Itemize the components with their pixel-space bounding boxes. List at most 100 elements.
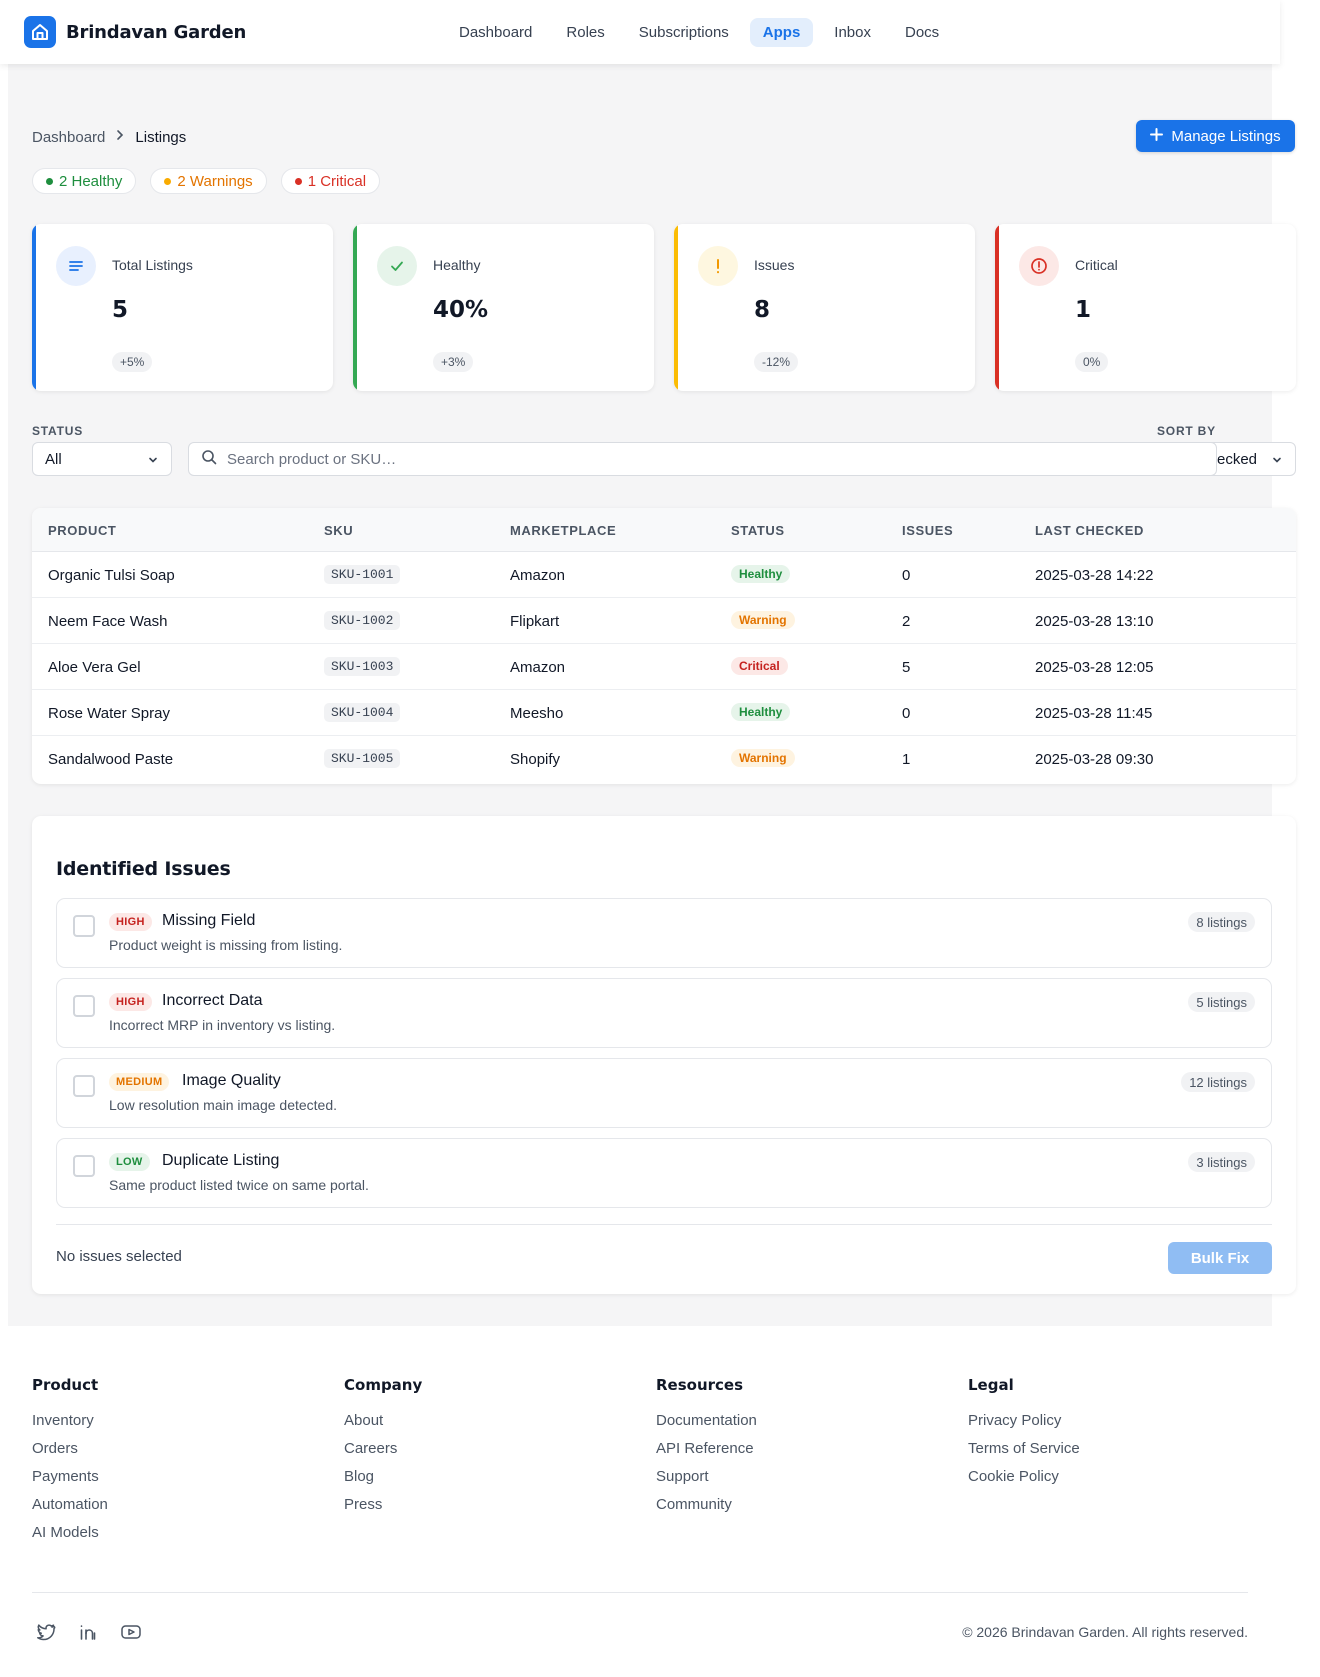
cell-marketplace: Flipkart [510,613,560,630]
sort-by-label: SORT BY [1157,424,1216,438]
issue-checkbox[interactable] [73,1155,95,1177]
footer-heading: Company [344,1376,423,1394]
pill-healthy[interactable]: 2 Healthy [32,168,137,194]
nav-item-apps[interactable]: Apps [749,18,814,47]
stat-value: 40% [433,297,489,323]
status-badge: Critical [731,657,788,675]
column-header-sku[interactable]: SKU [324,523,353,538]
footer-link[interactable]: Payments [32,1468,108,1486]
issue-description: Low resolution main image detected. [109,1097,338,1113]
table-row[interactable]: Organic Tulsi Soap SKU-1001 Amazon Healt… [32,552,1296,598]
cell-product: Aloe Vera Gel [48,659,141,676]
footer-column-resources: Resources Documentation API Reference Su… [656,1376,757,1524]
footer-link[interactable]: AI Models [32,1524,108,1542]
stat-change-badge: -12% [754,352,799,372]
cell-product: Rose Water Spray [48,705,170,722]
exclamation-icon [698,246,738,286]
stat-change-badge: +5% [112,352,153,372]
cell-sku: SKU-1002 [324,611,401,630]
cell-sku: SKU-1005 [324,749,401,768]
footer-link[interactable]: Privacy Policy [968,1412,1080,1430]
search-input[interactable] [227,450,1127,468]
column-header-issues[interactable]: ISSUES [902,523,953,538]
pill-warnings-label: 2 Warnings [177,172,253,190]
column-header-status[interactable]: STATUS [731,523,785,538]
copyright-text: © 2026 Brindavan Garden. All rights rese… [962,1624,1248,1640]
brand[interactable]: Brindavan Garden [24,16,246,48]
column-header-last-checked[interactable]: LAST CHECKED [1035,523,1144,538]
footer-link[interactable]: About [344,1412,422,1430]
home-icon [24,16,56,48]
issue-item[interactable]: HIGH Missing Field Product weight is mis… [56,898,1272,968]
identified-issues-panel: Identified Issues HIGH Missing Field Pro… [32,816,1296,1294]
table-row[interactable]: Aloe Vera Gel SKU-1003 Amazon Critical 5… [32,644,1296,690]
status-badge: Warning [731,749,795,767]
stat-value: 8 [754,297,771,323]
footer-link[interactable]: Orders [32,1440,108,1458]
youtube-icon[interactable] [120,1622,142,1644]
plus-icon [1150,127,1164,145]
search-icon [201,449,217,470]
cell-last-checked: 2025-03-28 11:45 [1035,705,1153,722]
dot-icon [294,177,302,185]
breadcrumb-link-dashboard[interactable]: Dashboard [32,129,105,146]
footer-link[interactable]: Press [344,1496,422,1514]
status-badge: Warning [731,611,795,629]
manage-listings-button[interactable]: Manage Listings [1136,120,1295,152]
chevron-down-icon [147,453,159,470]
status-filter-select[interactable]: All [32,442,172,476]
cell-marketplace: Amazon [510,659,566,676]
pill-critical[interactable]: 1 Critical [280,168,381,194]
cell-issues: 0 [902,567,911,584]
issue-count-badge: 5 listings [1188,992,1255,1012]
cell-last-checked: 2025-03-28 12:05 [1035,659,1154,676]
table-row[interactable]: Neem Face Wash SKU-1002 Flipkart Warning… [32,598,1296,644]
footer-link[interactable]: API Reference [656,1440,757,1458]
pill-warnings[interactable]: 2 Warnings [150,168,267,194]
footer-link[interactable]: Terms of Service [968,1440,1080,1458]
footer-link[interactable]: Documentation [656,1412,757,1430]
footer-link[interactable]: Inventory [32,1412,108,1430]
stat-card-total-listings: Total Listings 5 +5% [32,224,333,391]
chevron-right-icon [113,128,127,146]
footer-heading: Resources [656,1376,744,1394]
table-row[interactable]: Rose Water Spray SKU-1004 Meesho Healthy… [32,690,1296,736]
stat-card-healthy: Healthy 40% +3% [353,224,654,391]
bulk-fix-button[interactable]: Bulk Fix [1168,1242,1272,1274]
linkedin-icon[interactable] [78,1622,100,1644]
nav-item-subscriptions[interactable]: Subscriptions [626,18,742,47]
issue-item[interactable]: HIGH Incorrect Data Incorrect MRP in inv… [56,978,1272,1048]
nav-item-inbox[interactable]: Inbox [821,18,884,47]
stat-value: 5 [112,297,129,323]
nav-item-roles[interactable]: Roles [553,18,617,47]
top-navbar: Brindavan Garden Dashboard Roles Subscri… [0,0,1280,64]
cell-marketplace: Shopify [510,751,561,768]
issue-count-badge: 12 listings [1181,1072,1255,1092]
stat-value: 1 [1075,297,1092,323]
footer-link[interactable]: Community [656,1496,757,1514]
column-header-product[interactable]: PRODUCT [48,523,116,538]
issue-checkbox[interactable] [73,1075,95,1097]
issue-checkbox[interactable] [73,995,95,1017]
selection-status-text: No issues selected [56,1248,182,1265]
cell-last-checked: 2025-03-28 14:22 [1035,567,1154,584]
footer-link[interactable]: Automation [32,1496,108,1514]
status-summary-pills: 2 Healthy 2 Warnings 1 Critical [32,168,381,194]
table-row[interactable]: Sandalwood Paste SKU-1005 Shopify Warnin… [32,736,1296,782]
column-header-marketplace[interactable]: MARKETPLACE [510,523,616,538]
issue-title: Missing Field [162,912,256,929]
issue-item[interactable]: MEDIUM Image Quality Low resolution main… [56,1058,1272,1128]
issue-checkbox[interactable] [73,915,95,937]
nav-item-docs[interactable]: Docs [892,18,952,47]
issue-item[interactable]: LOW Duplicate Listing Same product liste… [56,1138,1272,1208]
footer-link[interactable]: Careers [344,1440,422,1458]
status-badge: Healthy [731,565,791,583]
cell-last-checked: 2025-03-28 09:30 [1035,751,1154,768]
cell-last-checked: 2025-03-28 13:10 [1035,613,1154,630]
footer-link[interactable]: Blog [344,1468,422,1486]
nav-item-dashboard[interactable]: Dashboard [446,18,545,47]
footer-link[interactable]: Cookie Policy [968,1468,1080,1486]
twitter-icon[interactable] [36,1622,58,1644]
footer-link[interactable]: Support [656,1468,757,1486]
stat-label: Issues [754,257,795,273]
